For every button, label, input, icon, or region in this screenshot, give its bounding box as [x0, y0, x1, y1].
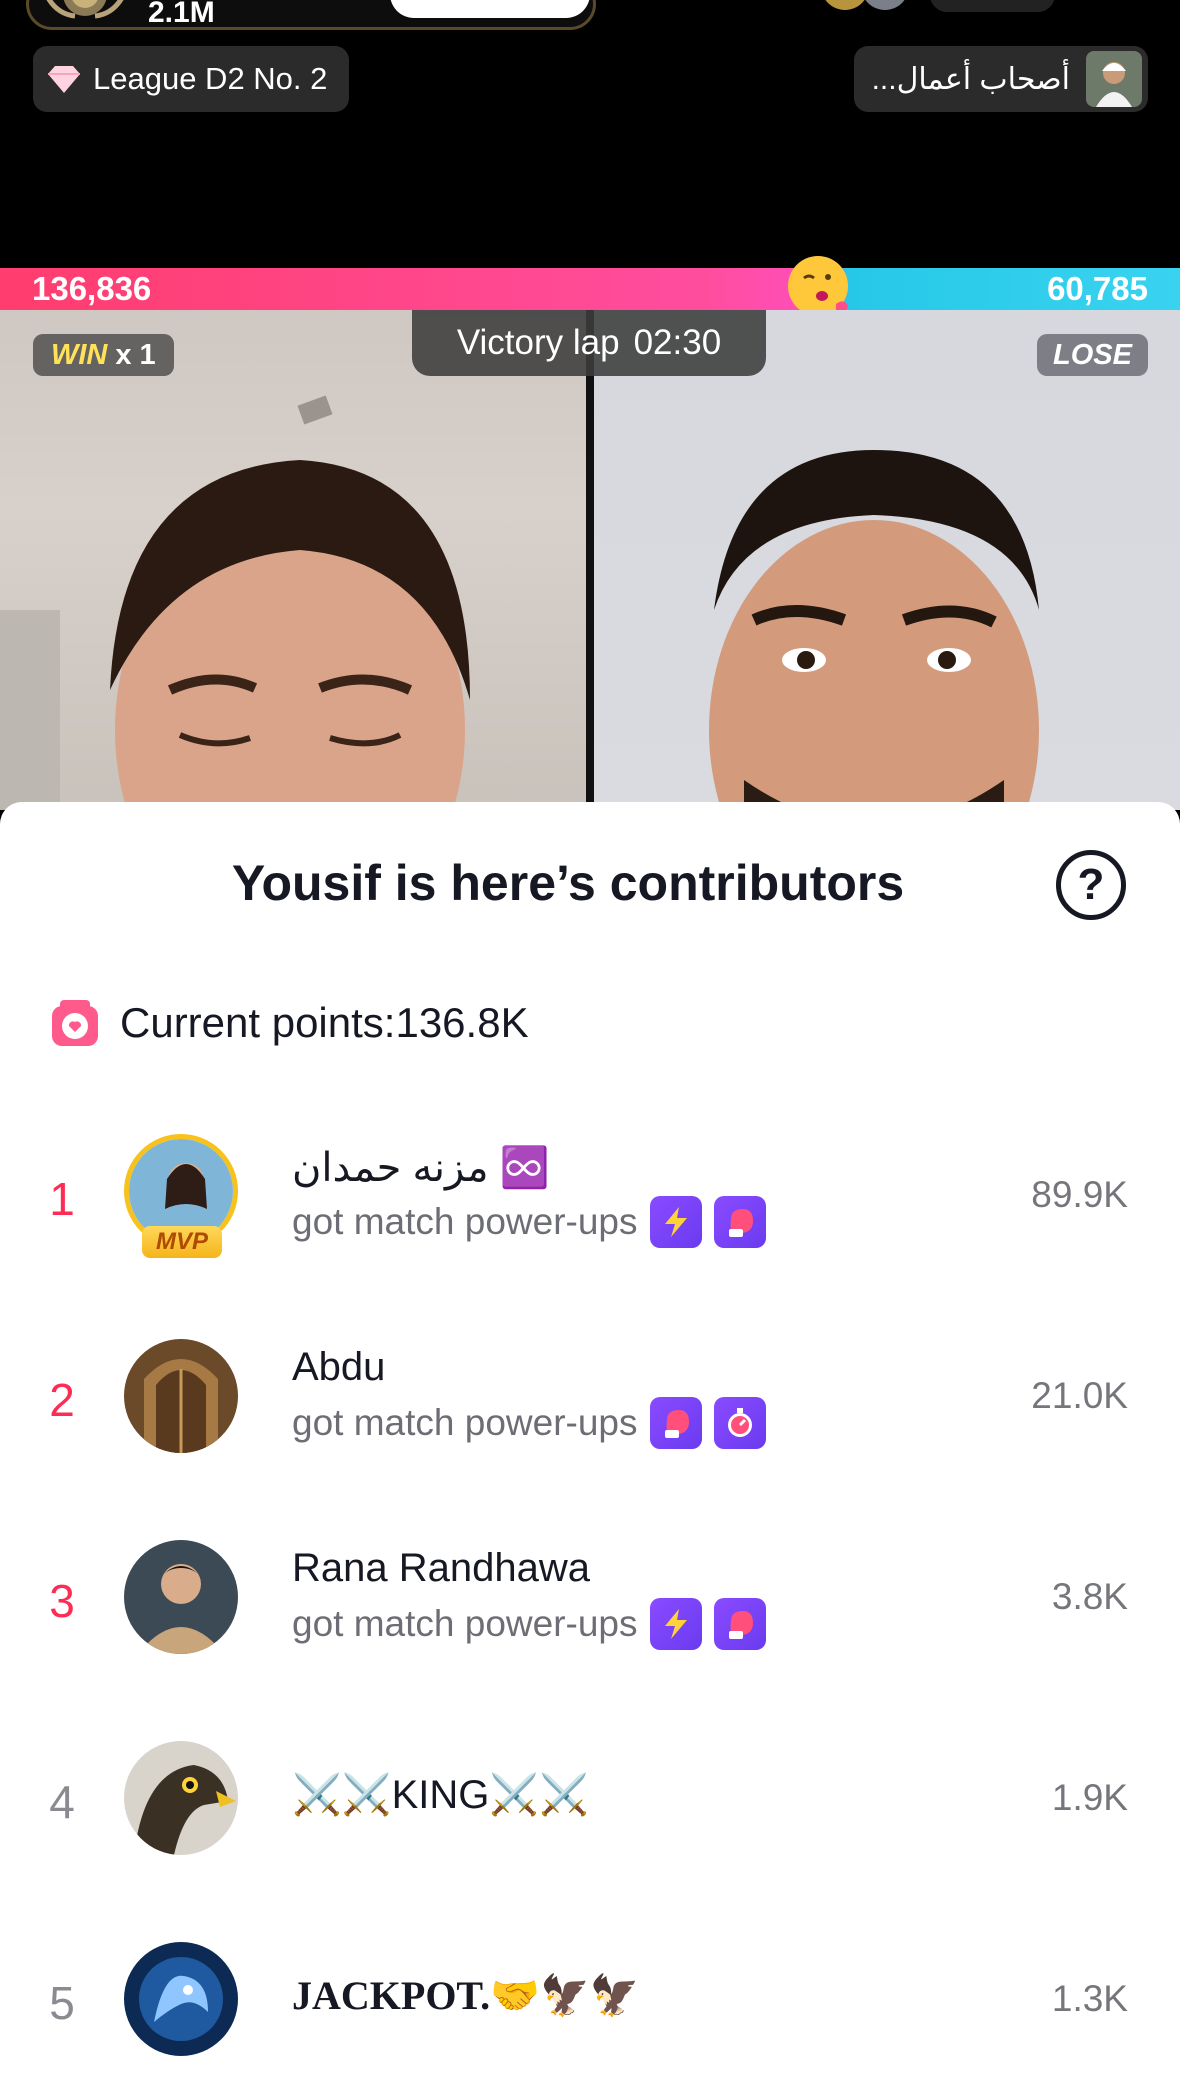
contributor-name: Rana Randhawa: [292, 1546, 590, 1590]
contributor-score: 1.9K: [1051, 1777, 1128, 1818]
contributor-name: ⚔️⚔️KING⚔️⚔️: [292, 1773, 590, 1817]
lose-label: LOSE: [1053, 338, 1132, 371]
contributor-name: مزنه حمدان ♾️: [292, 1146, 550, 1190]
contributor-score: 1.3K: [1051, 1978, 1128, 2019]
powerups-line: got match power-ups: [292, 1598, 766, 1650]
victory-lap-timer: Victory lap 02:30: [412, 310, 766, 376]
video-divider: [586, 310, 594, 810]
rank-number: 5: [49, 1977, 75, 2029]
stopwatch-icon: [713, 1397, 766, 1449]
powerups-text: got match power-ups: [292, 1201, 638, 1242]
gift-clock-icon: [52, 1000, 98, 1046]
powerups-line: got match power-ups: [292, 1196, 766, 1248]
league-badge[interactable]: League D2 No. 2: [33, 46, 350, 112]
lightning-icon: [649, 1196, 702, 1248]
follow-button[interactable]: [390, 0, 590, 18]
contributor-score: 89.9K: [1031, 1174, 1128, 1215]
score-left: 136,836: [32, 270, 152, 307]
win-label: WIN: [51, 338, 108, 371]
contributor-row[interactable]: 3 Rana Randhawa got match power-ups 3.8K: [0, 1526, 1180, 1726]
rank-number: 1: [49, 1173, 75, 1225]
opponent-face-illustration: [709, 450, 1039, 810]
host-video-left[interactable]: [0, 310, 586, 810]
contributor-row[interactable]: 5 JACKPOT.🤝🦅🦅 1.3K: [0, 1928, 1180, 2100]
current-points-label: Current points:136.8K: [120, 999, 529, 1046]
team-label: ...أصحاب أعمال: [871, 62, 1070, 96]
contributor-row[interactable]: 2 Abdu got match power-ups 21.0K: [0, 1325, 1180, 1525]
contributor-row[interactable]: 4 ⚔️⚔️KING⚔️⚔️ 1.9K: [0, 1727, 1180, 1927]
contributor-score: 3.8K: [1051, 1576, 1128, 1617]
avatar[interactable]: [124, 1339, 238, 1453]
mvp-label: MVP: [155, 1228, 208, 1255]
avatar[interactable]: [124, 1741, 238, 1855]
contributor-row[interactable]: 1 MVP مزنه حمدان ♾️ got match power-ups …: [0, 1124, 1180, 1324]
mvp-badge: MVP: [142, 1226, 222, 1258]
boxing-glove-icon: [649, 1397, 702, 1449]
sheet-title: Yousif is here’s contributors: [231, 855, 905, 911]
opponent-video-right[interactable]: [594, 310, 1180, 810]
diamond-icon: [48, 66, 80, 93]
host-laurel-badge-icon: [46, 0, 124, 19]
contributor-name: Abdu: [292, 1345, 386, 1389]
host-likes-count: 2.1M: [148, 0, 215, 29]
contributors-sheet: Yousif is here’s contributors ? Current …: [0, 802, 1180, 2100]
avatar[interactable]: [124, 1540, 238, 1654]
lose-badge: LOSE: [1037, 334, 1148, 376]
win-badge: WIN x 1: [33, 334, 174, 376]
top-viewers-avatars[interactable]: [815, 0, 935, 12]
win-multiplier: x 1: [115, 338, 156, 371]
contributor-name: JACKPOT.🤝🦅🦅: [292, 1973, 640, 2018]
victory-timer: 02:30: [633, 323, 722, 362]
powerups-text: got match power-ups: [292, 1402, 638, 1443]
live-header: 2.1M League D2 No. 2 ...أصحاب أعمال: [0, 0, 1180, 268]
rank-number: 2: [49, 1374, 75, 1426]
team-avatar: [1086, 51, 1142, 107]
victory-label: Victory lap: [456, 323, 620, 362]
avatar[interactable]: [124, 1942, 238, 2056]
host-face-illustration: [0, 395, 470, 810]
question-mark-icon: ?: [1077, 860, 1105, 909]
contributor-score: 21.0K: [1031, 1375, 1128, 1416]
viewer-count-pill[interactable]: [930, 0, 1055, 12]
score-right: 60,785: [1047, 270, 1148, 307]
powerups-line: got match power-ups: [292, 1397, 766, 1449]
current-points-row: Current points:136.8K: [50, 998, 529, 1048]
lightning-icon: [649, 1598, 702, 1650]
battle-score-bar: 136,836 60,785: [0, 256, 1180, 316]
powerups-text: got match power-ups: [292, 1603, 638, 1644]
help-button[interactable]: ?: [1056, 850, 1126, 920]
team-badge[interactable]: ...أصحاب أعمال: [853, 46, 1148, 112]
league-label: League D2 No. 2: [93, 61, 328, 96]
rank-number: 3: [49, 1575, 75, 1627]
boxing-glove-icon: [713, 1598, 766, 1650]
rank-number: 4: [49, 1776, 75, 1828]
boxing-glove-icon: [713, 1196, 766, 1248]
